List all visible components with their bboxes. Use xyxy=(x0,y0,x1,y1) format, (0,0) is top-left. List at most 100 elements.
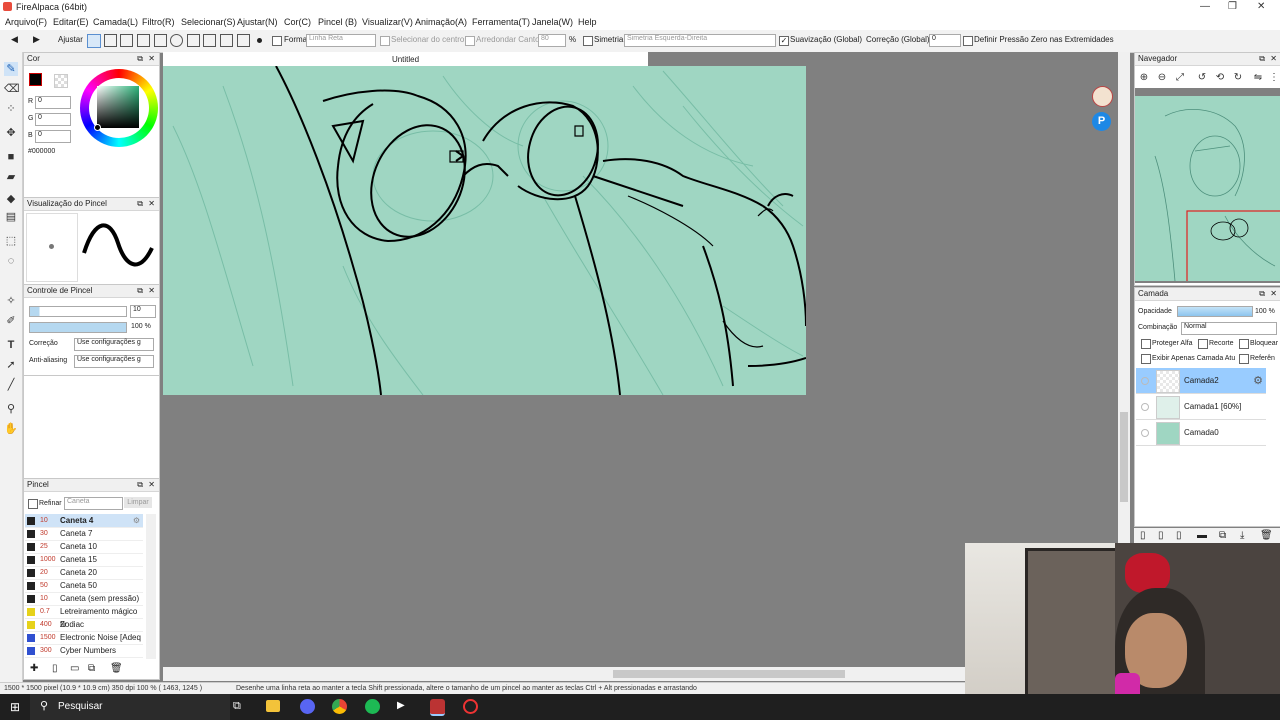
simetria-select[interactable]: Simetria Esquerda-Direita xyxy=(624,34,776,47)
snap-parallel-icon[interactable] xyxy=(104,34,117,47)
hue-wheel[interactable] xyxy=(80,69,158,147)
fit-icon[interactable]: ⤢ xyxy=(1174,72,1186,84)
task-view-icon[interactable]: ⧉ xyxy=(233,700,241,713)
gradient-tool-icon[interactable]: ▤ xyxy=(4,210,18,224)
redo-icon[interactable]: ▶ xyxy=(33,34,40,45)
clear-button[interactable]: Limpar xyxy=(124,497,152,508)
brush-opacity-slider[interactable] xyxy=(29,322,127,333)
layer-opacity-slider[interactable] xyxy=(1177,306,1253,317)
rotate-left-icon[interactable]: ↺ xyxy=(1196,72,1208,84)
trash-icon[interactable]: 🗑 xyxy=(1260,530,1273,541)
menu-arquivo[interactable]: Arquivo(F) xyxy=(5,17,47,27)
layer-row-camada0[interactable]: Camada0 xyxy=(1136,420,1266,446)
g-input[interactable]: 0 xyxy=(35,113,71,126)
merge-down-icon[interactable]: ⤓ xyxy=(1240,530,1244,541)
discord-icon[interactable] xyxy=(300,699,315,714)
forma-select[interactable]: Linha Reta xyxy=(306,34,376,47)
duplicate-layer-icon[interactable]: ⧉ xyxy=(1219,530,1226,541)
gear-icon[interactable]: ⚙ xyxy=(1253,374,1263,387)
forma-checkbox[interactable] xyxy=(272,36,282,46)
list-item[interactable]: 30 Caneta 7 xyxy=(25,527,143,541)
lasso-tool-icon[interactable]: ◌ xyxy=(4,254,18,268)
menu-visualizar[interactable]: Visualizar(V) xyxy=(362,17,413,27)
menu-editar[interactable]: Editar(E) xyxy=(53,17,89,27)
fill-tool-icon[interactable]: ▰ xyxy=(4,170,18,184)
snap-circle-icon[interactable] xyxy=(170,34,183,47)
r-input[interactable]: 0 xyxy=(35,96,71,109)
bucket-tool-icon[interactable]: ◆ xyxy=(4,192,18,206)
menu-janela[interactable]: Janela(W) xyxy=(532,17,573,27)
snap-cross-icon[interactable] xyxy=(120,34,133,47)
patreon-icon[interactable]: P xyxy=(1092,112,1111,131)
antialias-select[interactable]: Use configurações g xyxy=(74,355,154,368)
foreground-color-swatch[interactable] xyxy=(29,73,42,86)
taskbar-search[interactable]: ⚲ Pesquisar xyxy=(30,694,230,720)
menu-selecionar[interactable]: Selecionar(S) xyxy=(181,17,236,27)
refinar-checkbox[interactable] xyxy=(28,499,38,509)
eye-icon[interactable] xyxy=(1141,377,1149,385)
list-item[interactable]: 400 Zodiac xyxy=(25,618,143,632)
snap-radial-icon[interactable] xyxy=(154,34,167,47)
snap-vanishing-icon[interactable] xyxy=(137,34,150,47)
menu-ajustar[interactable]: Ajustar(N) xyxy=(237,17,278,27)
layer-row-camada2[interactable]: Camada2 ⚙ xyxy=(1136,368,1266,394)
rotate-right-icon[interactable]: ↻ xyxy=(1232,72,1244,84)
eyedropper-icon[interactable]: ⚲ xyxy=(4,402,18,416)
list-item[interactable]: 1500 Electronic Noise [Adeq xyxy=(25,631,143,645)
layer-row-camada1[interactable]: Camada1 [60%] xyxy=(1136,394,1266,420)
flip-icon[interactable]: ⇋ xyxy=(1252,72,1264,84)
dock-icon[interactable]: ⧉ xyxy=(137,53,143,65)
snap-off-icon[interactable] xyxy=(87,34,101,48)
dock-icon[interactable]: ⧉ xyxy=(137,285,143,297)
simetria-checkbox[interactable] xyxy=(583,36,593,46)
brush-size-slider[interactable] xyxy=(29,306,127,317)
fill-rect-tool-icon[interactable]: ■ xyxy=(4,150,18,164)
new-layer-icon[interactable]: ▯ xyxy=(1140,530,1146,541)
close-icon[interactable]: ✕ xyxy=(148,479,155,491)
suavizacao-checkbox[interactable]: ✓ xyxy=(779,36,789,46)
menu-camada[interactable]: Camada(L) xyxy=(93,17,138,27)
folder-icon[interactable]: ▬ xyxy=(1197,530,1207,541)
color-picker-cursor[interactable] xyxy=(94,124,101,131)
gear-icon[interactable]: ⚙ xyxy=(133,514,140,527)
menu-cor[interactable]: Cor(C) xyxy=(284,17,311,27)
more-icon[interactable]: ⋮ xyxy=(1268,72,1280,84)
zoom-out-icon[interactable]: ⊖ xyxy=(1156,72,1168,84)
navigator-view[interactable] xyxy=(1135,88,1280,283)
alpaca-mascot-icon[interactable] xyxy=(1092,86,1113,107)
correcao-select[interactable]: Use configurações g xyxy=(74,338,154,351)
pen-tool-icon[interactable]: ╱ xyxy=(4,378,18,392)
b-input[interactable]: 0 xyxy=(35,130,71,143)
list-item[interactable]: 10 Caneta 4 ⚙ xyxy=(25,514,143,528)
list-item[interactable]: 20 Caneta 20 xyxy=(25,566,143,580)
blend-mode-select[interactable]: Normal xyxy=(1181,322,1277,335)
dock-icon[interactable]: ⧉ xyxy=(1259,288,1265,300)
menu-ferramenta[interactable]: Ferramenta(T) xyxy=(472,17,530,27)
add-brush-icon[interactable]: ✚ xyxy=(30,663,38,674)
saturation-square[interactable] xyxy=(97,86,139,128)
maximize-button[interactable]: ❐ xyxy=(1228,1,1237,12)
dot-tool-icon[interactable]: ⁘ xyxy=(4,102,18,116)
eye-icon[interactable] xyxy=(1141,403,1149,411)
clipping-checkbox[interactable] xyxy=(1198,339,1208,349)
close-button[interactable]: ✕ xyxy=(1257,1,1265,12)
correcao-select[interactable]: 0 xyxy=(929,34,961,47)
reference-checkbox[interactable] xyxy=(1239,354,1249,364)
list-item[interactable]: 10 Caneta (sem pressão) xyxy=(25,592,143,606)
menu-help[interactable]: Help xyxy=(578,17,597,27)
menu-animacao[interactable]: Animação(A) xyxy=(415,17,467,27)
close-icon[interactable]: ✕ xyxy=(148,198,155,210)
duplicate-icon[interactable]: ⧉ xyxy=(88,663,95,674)
undo-icon[interactable]: ◀ xyxy=(11,34,18,45)
vertical-scroll-thumb[interactable] xyxy=(1120,412,1128,502)
pressao-zero-checkbox[interactable] xyxy=(963,36,973,46)
select-tool-icon[interactable]: ⬚ xyxy=(4,234,18,248)
obs-icon[interactable] xyxy=(463,699,478,714)
firealpaca-taskbar-icon[interactable] xyxy=(430,699,445,716)
new-file-icon[interactable]: ▯ xyxy=(52,663,58,674)
dock-icon[interactable]: ⧉ xyxy=(137,198,143,210)
brush-size-input[interactable]: 10 xyxy=(130,305,156,318)
close-icon[interactable]: ✕ xyxy=(148,53,155,65)
eraser-tool-icon[interactable]: ⌫ xyxy=(4,82,20,96)
brush-search-input[interactable]: Caneta xyxy=(64,497,123,510)
